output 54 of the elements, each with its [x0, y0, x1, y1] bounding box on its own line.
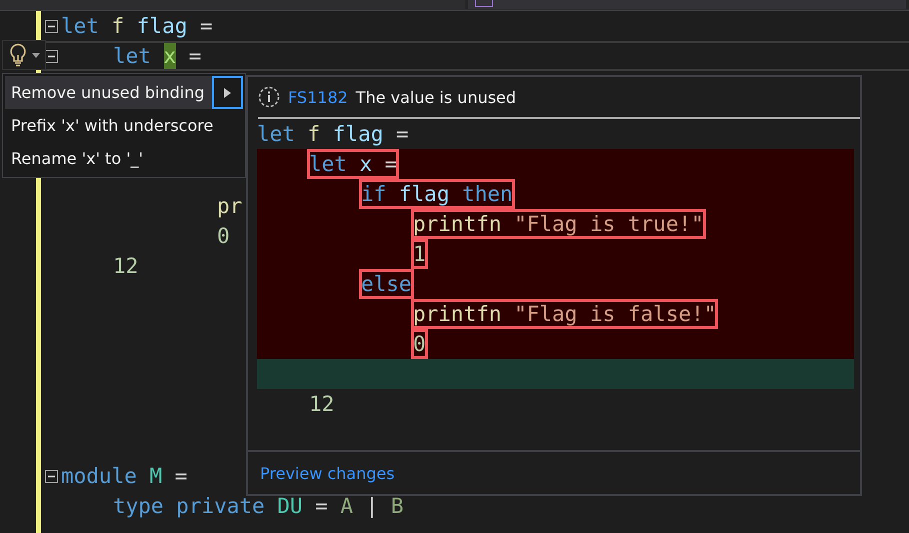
code-token: flag [398, 181, 450, 207]
menu-item[interactable]: Prefix 'x' with underscore [5, 109, 243, 142]
code-token: = [174, 463, 188, 489]
collapse-icon[interactable] [44, 50, 58, 62]
preview-changes-link[interactable]: Preview changes [260, 464, 395, 482]
menu-item[interactable]: Rename 'x' to '_' [5, 142, 243, 175]
code-token: printfn [413, 211, 502, 237]
code-token: let [309, 151, 347, 177]
lightbulb-icon [8, 43, 26, 67]
code-token: x [164, 43, 176, 69]
code-token: DU [277, 493, 303, 519]
code-token: = [200, 13, 213, 39]
menu-item[interactable]: Remove unused binding [5, 76, 212, 109]
code-token: flag [136, 13, 188, 39]
diagnostic-message: The value is unused [356, 88, 516, 106]
code-token: 0 [413, 331, 426, 357]
code-token: let [257, 121, 295, 147]
code-token: = [396, 121, 409, 147]
code-token: = [384, 151, 398, 177]
code-token: 12 [113, 253, 138, 279]
code-token: private [176, 493, 265, 519]
code-token: type [113, 493, 164, 519]
code-token: "Flag is false!" [514, 301, 716, 327]
code-token: printfn [413, 301, 502, 327]
code-token: f [112, 13, 124, 39]
expand-arrow-icon [224, 88, 231, 98]
code-token: then [462, 181, 513, 207]
code-token: = [315, 493, 328, 519]
code-token: else [361, 271, 412, 297]
submenu-button[interactable] [212, 76, 243, 109]
code-token: module [61, 463, 137, 489]
code-token: let [113, 43, 151, 69]
lightbulb-button[interactable] [2, 40, 46, 70]
error-code-link[interactable]: FS1182 [288, 88, 348, 106]
code-token: if [361, 181, 386, 207]
code-token: f [308, 121, 320, 147]
code-token: 12 [309, 391, 334, 417]
caret-icon [32, 52, 40, 58]
info-icon [258, 86, 280, 108]
collapse-icon[interactable] [44, 20, 58, 32]
code-token: 1 [413, 241, 426, 267]
code-token: = [188, 43, 202, 69]
code-token: let [61, 13, 99, 39]
code-token: A [340, 493, 354, 519]
code-token: "Flag is true!" [514, 211, 704, 237]
code-token: flag [332, 121, 384, 147]
code-token: B [390, 493, 404, 519]
code-token: pr [217, 193, 242, 219]
code-token: x [360, 151, 372, 177]
file-icon [475, 0, 493, 7]
code-token: M [149, 463, 162, 489]
collapse-icon[interactable] [44, 470, 58, 482]
code-token: 0 [217, 223, 230, 249]
code-token: | [366, 493, 378, 519]
